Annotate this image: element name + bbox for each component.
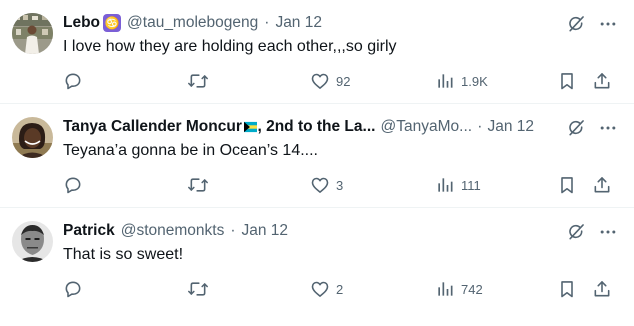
view-count: 742 xyxy=(461,281,483,297)
retweet-icon xyxy=(187,279,209,299)
bookmark-button[interactable] xyxy=(557,71,577,91)
separator-dot: · xyxy=(477,118,483,135)
separator-dot: · xyxy=(264,14,270,31)
more-icon[interactable] xyxy=(598,14,618,39)
bookmark-icon xyxy=(557,175,577,195)
display-name[interactable]: Lebo xyxy=(63,14,100,32)
grok-icon[interactable] xyxy=(566,222,586,247)
retweet-icon xyxy=(187,175,209,195)
view-count: 1.9K xyxy=(461,73,488,89)
like-button[interactable]: 2 xyxy=(310,279,343,299)
views-button[interactable]: 1.9K xyxy=(435,71,488,91)
reply-button[interactable] xyxy=(63,71,89,91)
share-icon xyxy=(592,175,612,195)
tweet-text: That is so sweet! xyxy=(63,246,184,263)
tweet-header: Lebo ♋ @tau_molebogeng · Jan 12 xyxy=(63,13,554,33)
display-name[interactable]: Tanya Callender Moncur xyxy=(63,118,242,136)
views-icon xyxy=(435,71,455,91)
display-name-suffix[interactable]: , 2nd to the La... xyxy=(257,118,375,136)
bahamas-flag-icon xyxy=(243,121,258,133)
tweet-actions: 92 1.9K xyxy=(63,71,614,93)
views-button[interactable]: 111 xyxy=(435,175,481,195)
share-button[interactable] xyxy=(592,71,612,91)
more-icon[interactable] xyxy=(598,222,618,247)
reply-button[interactable] xyxy=(63,175,89,195)
share-button[interactable] xyxy=(592,175,612,195)
tweet-actions: 3 111 xyxy=(63,175,614,197)
tweet-text: I love how they are holding each other,,… xyxy=(63,38,397,55)
tweet-reply[interactable]: Tanya Callender Moncur , 2nd to the La..… xyxy=(0,104,634,208)
timestamp[interactable]: Jan 12 xyxy=(242,222,289,240)
cancer-zodiac-icon: ♋ xyxy=(103,14,122,32)
retweet-icon xyxy=(187,71,209,91)
bookmark-icon xyxy=(557,71,577,91)
views-icon xyxy=(435,175,455,195)
like-button[interactable]: 3 xyxy=(310,175,343,195)
tweet-reply[interactable]: Lebo ♋ @tau_molebogeng · Jan 12 I love h… xyxy=(0,0,634,104)
like-icon xyxy=(310,279,330,299)
grok-icon[interactable] xyxy=(566,118,586,143)
avatar[interactable] xyxy=(12,221,53,262)
tweet-reply[interactable]: Patrick @stonemonkts · Jan 12 That is so… xyxy=(0,208,634,326)
avatar[interactable] xyxy=(12,13,53,54)
bookmark-button[interactable] xyxy=(557,175,577,195)
separator-dot: · xyxy=(230,222,236,239)
timestamp[interactable]: Jan 12 xyxy=(487,118,534,136)
tweet-header: Tanya Callender Moncur , 2nd to the La..… xyxy=(63,117,534,137)
like-button[interactable]: 92 xyxy=(310,71,350,91)
handle[interactable]: @TanyaMo... xyxy=(381,118,473,136)
tweet-text: Teyana’a gonna be in Ocean’s 14.... xyxy=(63,142,318,159)
like-icon xyxy=(310,71,330,91)
views-button[interactable]: 742 xyxy=(435,279,483,299)
views-icon xyxy=(435,279,455,299)
bookmark-button[interactable] xyxy=(557,279,577,299)
reply-icon xyxy=(63,71,83,91)
reply-icon xyxy=(63,279,83,299)
view-count: 111 xyxy=(461,177,481,193)
like-count: 3 xyxy=(336,177,344,193)
share-button[interactable] xyxy=(592,279,612,299)
display-name[interactable]: Patrick xyxy=(63,222,115,240)
handle[interactable]: @tau_molebogeng xyxy=(127,14,258,32)
share-icon xyxy=(592,71,612,91)
reply-icon xyxy=(63,175,83,195)
timestamp[interactable]: Jan 12 xyxy=(275,14,322,32)
avatar[interactable] xyxy=(12,117,53,158)
retweet-button[interactable] xyxy=(187,279,215,299)
tweet-actions: 2 742 xyxy=(63,279,614,301)
bookmark-icon xyxy=(557,279,577,299)
more-icon[interactable] xyxy=(598,118,618,143)
like-count: 2 xyxy=(336,281,344,297)
share-icon xyxy=(592,279,612,299)
handle[interactable]: @stonemonkts xyxy=(121,222,225,240)
reply-button[interactable] xyxy=(63,279,89,299)
tweet-header: Patrick @stonemonkts · Jan 12 xyxy=(63,221,554,241)
retweet-button[interactable] xyxy=(187,71,215,91)
like-count: 92 xyxy=(336,73,351,89)
retweet-button[interactable] xyxy=(187,175,215,195)
like-icon xyxy=(310,175,330,195)
grok-icon[interactable] xyxy=(566,14,586,39)
